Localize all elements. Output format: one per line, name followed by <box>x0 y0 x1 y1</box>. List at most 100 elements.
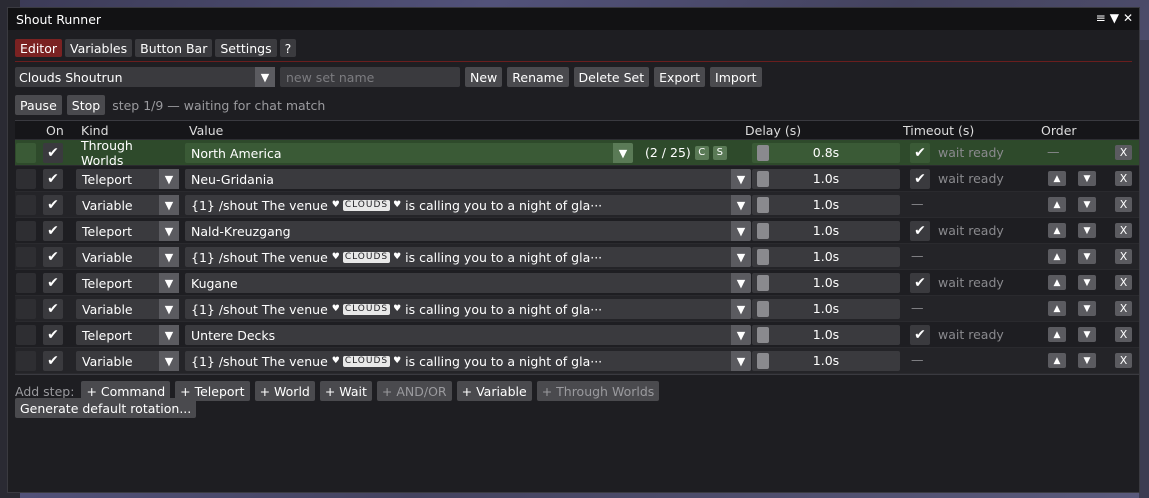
table-row[interactable]: ✔ Teleport ▼ Neu-Gridania ▼ 1.0s ✔ wait ready ▲ ▼… <box>15 166 1139 192</box>
enabled-checkbox[interactable]: ✔ <box>43 299 63 319</box>
row-select[interactable] <box>16 273 36 293</box>
tab-button-bar[interactable]: Button Bar <box>135 39 213 57</box>
pause-button[interactable]: Pause <box>15 95 62 115</box>
export-button[interactable]: Export <box>654 67 706 87</box>
move-down-button[interactable]: ▼ <box>1078 353 1096 368</box>
value-select[interactable]: {1} /shout The venue ♥ CLOUDS ♥ is calling… <box>185 299 751 319</box>
s-button[interactable]: S <box>712 145 727 160</box>
move-down-button[interactable]: ▼ <box>1078 197 1096 212</box>
tab-variables[interactable]: Variables <box>65 39 133 57</box>
move-up-button[interactable]: ▲ <box>1048 171 1066 186</box>
tab-help[interactable]: ? <box>279 39 297 57</box>
remove-step-button[interactable]: X <box>1115 353 1132 368</box>
kind-select[interactable]: Teleport ▼ <box>76 325 179 345</box>
add-through-worlds-button[interactable]: + Through Worlds <box>536 381 660 401</box>
new-button[interactable]: New <box>465 67 503 87</box>
move-down-button[interactable]: ▼ <box>1078 249 1096 264</box>
row-select[interactable] <box>16 325 36 345</box>
row-select[interactable] <box>16 351 36 371</box>
move-down-button[interactable]: ▼ <box>1078 171 1096 186</box>
generate-rotation-button[interactable]: Generate default rotation... <box>15 398 197 418</box>
move-up-button[interactable]: ▲ <box>1048 353 1066 368</box>
move-up-button[interactable]: ▲ <box>1048 223 1066 238</box>
value-select[interactable]: {1} /shout The venue ♥ CLOUDS ♥ is calling… <box>185 247 751 267</box>
enabled-checkbox[interactable]: ✔ <box>43 273 63 293</box>
c-button[interactable]: C <box>694 145 709 160</box>
row-select[interactable] <box>16 169 36 189</box>
kind-select[interactable]: Variable ▼ <box>76 351 179 371</box>
row-select[interactable] <box>16 221 36 241</box>
enabled-checkbox[interactable]: ✔ <box>43 221 63 241</box>
remove-step-button[interactable]: X <box>1115 249 1132 264</box>
stop-button[interactable]: Stop <box>66 95 106 115</box>
enabled-checkbox[interactable]: ✔ <box>43 325 63 345</box>
add-wait-button[interactable]: + Wait <box>319 381 372 401</box>
move-down-button[interactable]: ▼ <box>1078 275 1096 290</box>
table-row[interactable]: ✔ Variable ▼ {1} /shout The venue ♥ CLOUDS ♥ … <box>15 244 1139 270</box>
move-up-button[interactable]: ▲ <box>1048 301 1066 316</box>
move-down-button[interactable]: ▼ <box>1078 301 1096 316</box>
row-select[interactable] <box>16 299 36 319</box>
kind-select[interactable]: Teleport ▼ <box>76 221 179 241</box>
table-row[interactable]: ✔ Variable ▼ {1} /shout The venue ♥ CLOUDS ♥ … <box>15 192 1139 218</box>
move-down-button[interactable]: ▼ <box>1078 223 1096 238</box>
delay-slider[interactable]: 1.0s <box>752 299 900 319</box>
delay-slider[interactable]: 1.0s <box>752 247 900 267</box>
delay-slider[interactable]: 1.0s <box>752 169 900 189</box>
value-select[interactable]: Nald-Kreuzgang ▼ <box>185 221 751 241</box>
row-select[interactable] <box>16 247 36 267</box>
value-select[interactable]: {1} /shout The venue ♥ CLOUDS ♥ is calling… <box>185 351 751 371</box>
move-up-button[interactable]: ▲ <box>1048 197 1066 212</box>
set-select[interactable]: Clouds Shoutrun ▼ <box>15 67 275 87</box>
remove-step-button[interactable]: X <box>1115 223 1132 238</box>
row-select[interactable] <box>16 143 36 163</box>
timeout-checkbox[interactable]: ✔ <box>910 273 930 293</box>
enabled-checkbox[interactable]: ✔ <box>43 195 63 215</box>
delay-slider[interactable]: 1.0s <box>752 195 900 215</box>
delay-slider[interactable]: 1.0s <box>752 273 900 293</box>
value-select[interactable]: Kugane ▼ <box>185 273 751 293</box>
delay-slider[interactable]: 1.0s <box>752 325 900 345</box>
kind-select[interactable]: Teleport ▼ <box>76 169 179 189</box>
kind-select[interactable]: Variable ▼ <box>76 247 179 267</box>
enabled-checkbox[interactable]: ✔ <box>43 351 63 371</box>
timeout-checkbox[interactable]: ✔ <box>910 221 930 241</box>
delay-slider[interactable]: 1.0s <box>752 351 900 371</box>
remove-step-button[interactable]: X <box>1115 275 1132 290</box>
remove-step-button[interactable]: X <box>1115 197 1132 212</box>
table-row[interactable]: ✔ Through Worlds North America ▼ (2 / 25) C S 0… <box>15 138 1139 168</box>
title-bar[interactable]: Shout Runner ≡ ▼ ✕ <box>8 8 1139 30</box>
kind-select[interactable]: Teleport ▼ <box>76 273 179 293</box>
remove-step-button[interactable]: X <box>1115 301 1132 316</box>
value-select[interactable]: Neu-Gridania ▼ <box>185 169 751 189</box>
table-row[interactable]: ✔ Teleport ▼ Nald-Kreuzgang ▼ 1.0s ✔ wait ready… <box>15 218 1139 244</box>
rename-button[interactable]: Rename <box>507 67 569 87</box>
table-row[interactable]: ✔ Teleport ▼ Kugane ▼ 1.0s ✔ wait ready ▲ ▼ X <box>15 270 1139 296</box>
add-world-button[interactable]: + World <box>254 381 315 401</box>
kind-select[interactable]: Variable ▼ <box>76 299 179 319</box>
enabled-checkbox[interactable]: ✔ <box>43 169 63 189</box>
tab-settings[interactable]: Settings <box>215 39 277 57</box>
close-icon[interactable]: ✕ <box>1123 11 1133 25</box>
table-row[interactable]: ✔ Variable ▼ {1} /shout The venue ♥ CLOUDS ♥ … <box>15 348 1139 374</box>
add-variable-button[interactable]: + Variable <box>456 381 532 401</box>
enabled-checkbox[interactable]: ✔ <box>43 143 63 163</box>
move-down-button[interactable]: ▼ <box>1078 327 1096 342</box>
timeout-checkbox[interactable]: ✔ <box>910 325 930 345</box>
remove-step-button[interactable]: X <box>1115 327 1132 342</box>
move-up-button[interactable]: ▲ <box>1048 275 1066 290</box>
add-and-or-button[interactable]: + AND/OR <box>376 381 452 401</box>
timeout-checkbox[interactable]: ✔ <box>910 169 930 189</box>
value-select[interactable]: {1} /shout The venue ♥ CLOUDS ♥ is calling… <box>185 195 751 215</box>
move-up-button[interactable]: ▲ <box>1048 249 1066 264</box>
table-row[interactable]: ✔ Teleport ▼ Untere Decks ▼ 1.0s ✔ wait ready ▲ ▼… <box>15 322 1139 348</box>
delay-slider[interactable]: 0.8s <box>752 143 900 163</box>
kind-select[interactable]: Variable ▼ <box>76 195 179 215</box>
move-up-button[interactable]: ▲ <box>1048 327 1066 342</box>
remove-step-button[interactable]: X <box>1115 171 1132 186</box>
row-select[interactable] <box>16 195 36 215</box>
value-select[interactable]: Untere Decks ▼ <box>185 325 751 345</box>
delay-slider[interactable]: 1.0s <box>752 221 900 241</box>
new-set-name-input[interactable]: new set name <box>280 67 460 87</box>
remove-step-button[interactable]: X <box>1115 145 1132 160</box>
